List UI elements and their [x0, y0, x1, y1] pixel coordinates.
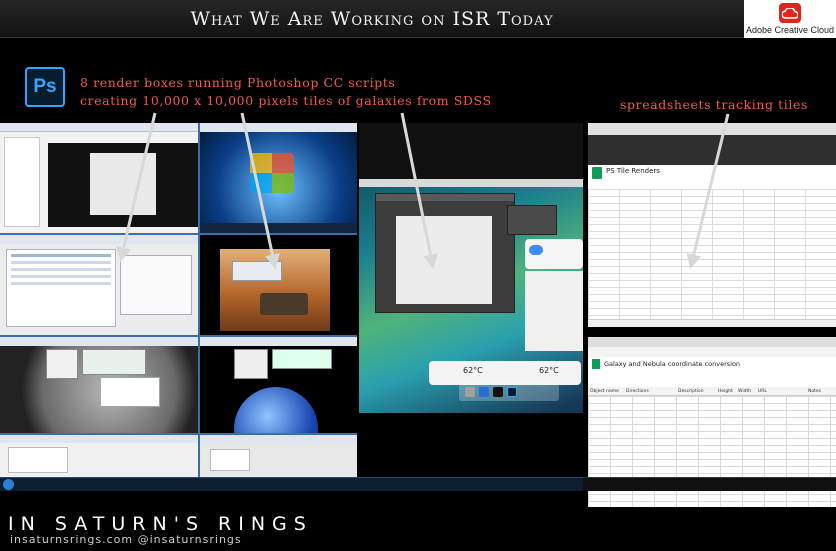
arrow-to-render-box — [116, 112, 157, 263]
annotation-arrows — [116, 112, 730, 270]
arrow-to-mac-photoshop — [400, 112, 438, 270]
brand-subtitle: insaturnsrings.com @insaturnsrings — [10, 533, 242, 546]
brand-logo-text: IN SATURN'S RINGS — [8, 513, 313, 535]
arrow-to-spreadsheet — [686, 113, 730, 270]
arrow-to-render-box — [240, 112, 280, 270]
